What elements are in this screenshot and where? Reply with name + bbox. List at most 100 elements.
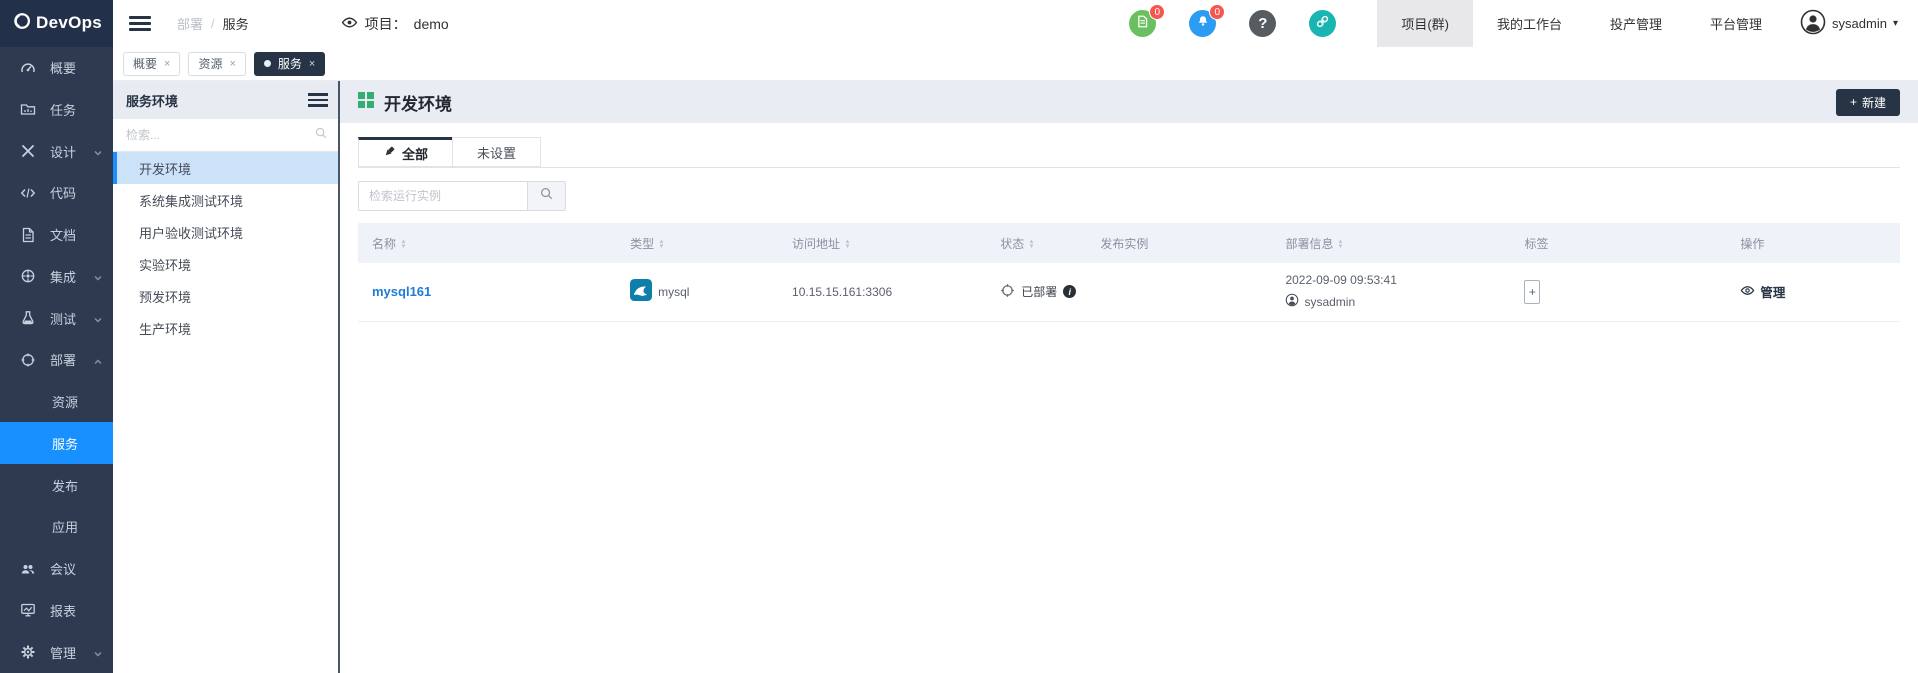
nav-my-workspace[interactable]: 我的工作台 [1473, 0, 1586, 47]
notifications-button[interactable]: 0 [1189, 10, 1216, 37]
col-tags: 标签 [1514, 223, 1730, 263]
create-new-button[interactable]: + 新建 [1836, 89, 1900, 116]
manage-eye-icon [1740, 283, 1755, 301]
tab-chip-overview[interactable]: 概要 × [123, 52, 180, 76]
sort-icon[interactable]: ▲▼ [844, 239, 851, 249]
active-dot-icon [264, 60, 271, 67]
close-icon[interactable]: × [309, 58, 315, 70]
search-button[interactable] [528, 181, 566, 211]
sidebar-item-code[interactable]: 代码 [0, 172, 113, 214]
services-table: 名称▲▼ 类型▲▼ 访问地址▲▼ 状态▲▼ 发布实例 部署信息▲▼ 标签 操作 [358, 223, 1900, 322]
workspace: 服务环境 开发环境 系统集成测试环境 用户验收测试环境 实验环境 预发环境 生产… [113, 81, 1918, 673]
status-badge: 已部署 [1021, 283, 1057, 300]
sidebar-item-deploy[interactable]: 部署 [0, 339, 113, 381]
sidebar-item-reports[interactable]: 报表 [0, 589, 113, 631]
add-tag-button[interactable]: + [1524, 280, 1540, 304]
sidebar: DevOps 概要 任务 设计 代码 文档 集成 [0, 0, 113, 673]
document-quick-button[interactable]: 0 [1129, 10, 1156, 37]
sort-icon[interactable]: ▲▼ [1337, 239, 1344, 249]
user-avatar-icon [1285, 293, 1299, 310]
env-item-dev[interactable]: 开发环境 [113, 152, 338, 184]
search-icon [314, 126, 328, 145]
env-item-uat[interactable]: 用户验收测试环境 [113, 216, 338, 248]
sidebar-item-services[interactable]: 服务 [0, 422, 113, 464]
sidebar-item-admin[interactable]: 管理 [0, 631, 113, 673]
breadcrumb: 部署 / 服务 [177, 14, 249, 33]
top-navigation: 项目(群) 我的工作台 投产管理 平台管理 [1377, 0, 1786, 47]
tab-chip-services[interactable]: 服务 × [254, 52, 325, 76]
tab-all[interactable]: 全部 [358, 137, 453, 167]
sidebar-item-integration[interactable]: 集成 [0, 255, 113, 297]
tasks-icon [20, 101, 36, 117]
sidebar-item-test[interactable]: 测试 [0, 297, 113, 339]
close-icon[interactable]: × [229, 58, 235, 70]
chevron-down-icon [93, 146, 103, 161]
app-title: DevOps [36, 13, 102, 33]
instance-search-input[interactable] [358, 181, 528, 211]
sidebar-item-resources[interactable]: 资源 [0, 381, 113, 423]
project-label: 项目： [365, 14, 407, 34]
help-button[interactable]: ? [1249, 10, 1276, 37]
mysql-icon [630, 279, 652, 304]
sort-icon[interactable]: ▲▼ [658, 239, 665, 249]
env-item-sit[interactable]: 系统集成测试环境 [113, 184, 338, 216]
nav-platform-mgmt[interactable]: 平台管理 [1686, 0, 1786, 47]
close-icon[interactable]: × [164, 58, 170, 70]
breadcrumb-current: 服务 [223, 14, 249, 33]
user-menu[interactable]: sysadmin ▾ [1786, 9, 1918, 38]
sidebar-toggle-icon[interactable] [129, 13, 151, 34]
tab-chip-resources[interactable]: 资源 × [188, 52, 245, 76]
monitor-chart-icon [20, 602, 36, 618]
instance-search [358, 181, 1900, 211]
sidebar-item-overview[interactable]: 概要 [0, 47, 113, 89]
integration-icon [20, 268, 36, 284]
share-link-button[interactable] [1309, 10, 1336, 37]
sort-icon[interactable]: ▲▼ [1028, 239, 1035, 249]
environment-panel-title: 服务环境 [126, 91, 178, 110]
service-name-link[interactable]: mysql161 [372, 284, 431, 299]
sidebar-item-meetings[interactable]: 会议 [0, 548, 113, 590]
eye-icon [341, 14, 358, 34]
environment-panel: 服务环境 开发环境 系统集成测试环境 用户验收测试环境 实验环境 预发环境 生产… [113, 81, 340, 673]
sidebar-item-design[interactable]: 设计 [0, 130, 113, 172]
nav-projects[interactable]: 项目(群) [1377, 0, 1473, 47]
caret-down-icon: ▾ [1893, 18, 1898, 29]
flask-icon [20, 310, 36, 326]
project-name: demo [414, 16, 449, 32]
env-item-staging[interactable]: 预发环境 [113, 280, 338, 312]
tab-unset[interactable]: 未设置 [452, 137, 541, 167]
project-selector[interactable]: 项目： demo [341, 14, 449, 34]
open-tabs-strip: 概要 × 资源 × 服务 × [113, 47, 1918, 81]
plus-icon: + [1850, 95, 1857, 109]
sort-icon[interactable]: ▲▼ [400, 239, 407, 249]
col-deploy-info[interactable]: 部署信息▲▼ [1275, 223, 1514, 263]
col-address[interactable]: 访问地址▲▼ [782, 223, 990, 263]
breadcrumb-parent[interactable]: 部署 [177, 14, 203, 33]
sidebar-item-apps[interactable]: 应用 [0, 506, 113, 548]
gear-icon [20, 644, 36, 660]
design-tools-icon [20, 143, 36, 159]
col-name[interactable]: 名称▲▼ [358, 223, 620, 263]
env-item-experiment[interactable]: 实验环境 [113, 248, 338, 280]
deploy-user: sysadmin [1304, 295, 1355, 309]
chevron-down-icon [93, 271, 103, 286]
deploy-time: 2022-09-09 09:53:41 [1285, 273, 1514, 287]
col-type[interactable]: 类型▲▼ [620, 223, 782, 263]
code-icon [20, 185, 36, 201]
panel-collapse-icon[interactable] [308, 90, 328, 110]
dashboard-icon [20, 60, 36, 76]
service-address: 10.15.15.161:3306 [792, 285, 892, 299]
env-item-production[interactable]: 生产环境 [113, 312, 338, 344]
manage-action[interactable]: 管理 [1740, 282, 1785, 301]
col-status[interactable]: 状态▲▼ [990, 223, 1090, 263]
username: sysadmin [1832, 16, 1887, 31]
info-icon[interactable]: i [1063, 285, 1076, 298]
grid-squares-icon [358, 92, 374, 113]
sidebar-item-release[interactable]: 发布 [0, 464, 113, 506]
sidebar-item-tasks[interactable]: 任务 [0, 88, 113, 130]
nav-production-mgmt[interactable]: 投产管理 [1586, 0, 1686, 47]
devops-logo-icon [12, 12, 30, 35]
sidebar-item-docs[interactable]: 文档 [0, 214, 113, 256]
app-logo[interactable]: DevOps [0, 0, 113, 47]
environment-search-input[interactable] [126, 128, 314, 142]
